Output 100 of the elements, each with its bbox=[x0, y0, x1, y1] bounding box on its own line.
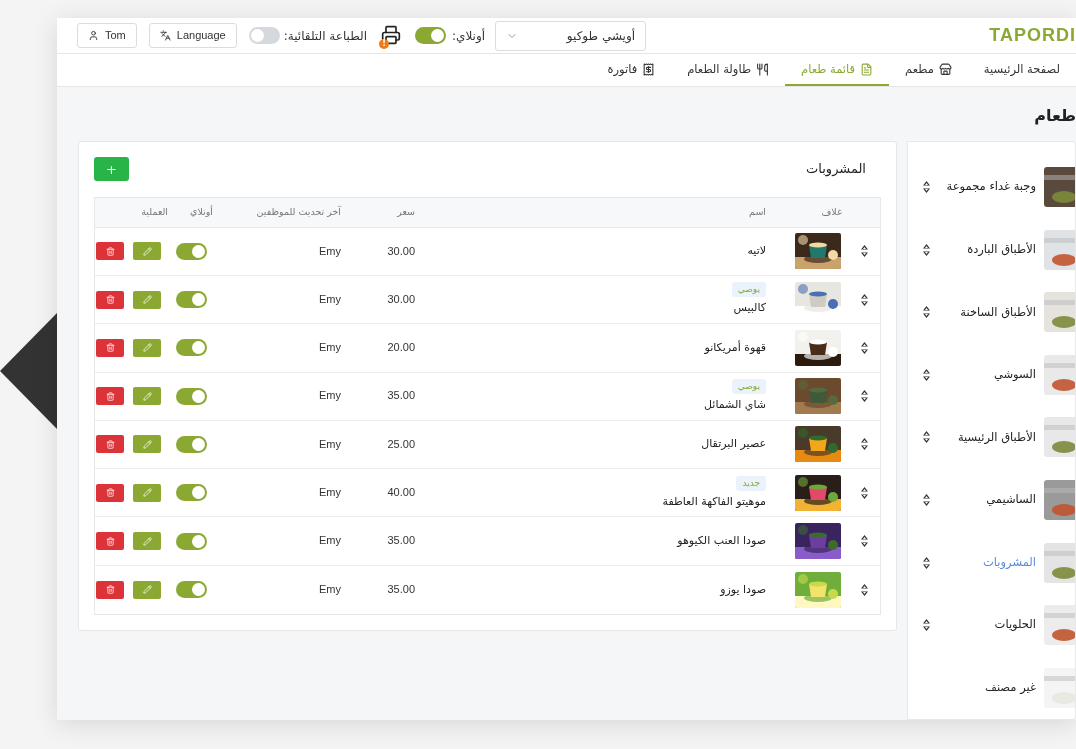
updated-by: Emy bbox=[319, 583, 341, 596]
alert-badge: ! bbox=[379, 38, 389, 49]
sort-icon[interactable] bbox=[860, 341, 868, 354]
delete-button[interactable] bbox=[96, 338, 124, 357]
edit-button[interactable] bbox=[133, 242, 161, 261]
trash-icon bbox=[105, 391, 115, 401]
price: 35.00 bbox=[387, 389, 415, 402]
pencil-icon bbox=[142, 536, 152, 546]
category-item[interactable]: الساشيمي bbox=[908, 468, 1075, 532]
nav-tab[interactable]: فاتورة bbox=[591, 54, 672, 87]
item-name: عصير البرتقال bbox=[701, 436, 766, 453]
edit-button[interactable] bbox=[133, 435, 161, 454]
sort-icon[interactable] bbox=[860, 486, 868, 499]
price: 30.00 bbox=[387, 292, 415, 305]
item-name: موهيتو الفاكهة العاطفة bbox=[662, 493, 766, 510]
page-title: طعام bbox=[1034, 104, 1076, 127]
edit-button[interactable] bbox=[133, 483, 161, 502]
category-item[interactable]: الأطباق الساخنة bbox=[908, 280, 1075, 344]
edit-button[interactable] bbox=[133, 338, 161, 357]
sort-icon[interactable] bbox=[860, 293, 868, 306]
toggle-switch[interactable] bbox=[176, 484, 207, 502]
nav-tab[interactable]: مطعم bbox=[889, 54, 968, 87]
edit-button[interactable] bbox=[133, 580, 161, 599]
column-header: اسم bbox=[748, 205, 767, 220]
column-header: غلاف bbox=[820, 205, 843, 220]
trash-icon bbox=[105, 246, 115, 256]
updated-by: Emy bbox=[319, 292, 341, 305]
tag: يوصي bbox=[731, 282, 766, 298]
delete-button[interactable] bbox=[96, 435, 124, 454]
pencil-icon bbox=[142, 246, 152, 256]
sort-icon[interactable] bbox=[860, 245, 868, 258]
online-label: أونلاي: bbox=[452, 27, 486, 45]
column-header: آخر تحديث للموظفين bbox=[255, 205, 341, 220]
toggle-switch[interactable] bbox=[248, 27, 280, 45]
delete-button[interactable] bbox=[96, 580, 124, 599]
category-item[interactable]: الحلويات bbox=[908, 593, 1075, 657]
card-title: المشروبات bbox=[806, 160, 866, 179]
restaurant-select[interactable]: أويشي طوكيو bbox=[495, 20, 647, 51]
toggle-switch[interactable] bbox=[415, 27, 446, 45]
receipt-icon bbox=[642, 62, 656, 76]
sort-icon[interactable] bbox=[923, 493, 930, 506]
delete-button[interactable] bbox=[96, 483, 124, 502]
trash-icon bbox=[105, 536, 115, 546]
category-item[interactable]: الأطباق الرئيسية bbox=[908, 406, 1075, 469]
updated-by: Emy bbox=[319, 389, 341, 402]
sort-icon[interactable] bbox=[860, 583, 868, 596]
user-icon bbox=[88, 30, 99, 42]
price: 35.00 bbox=[387, 534, 415, 547]
item-name: قهوة أمريكانو bbox=[704, 339, 766, 356]
item-name: صودا العنب الكيوهو bbox=[677, 532, 766, 549]
user-button[interactable]: Tom bbox=[77, 23, 137, 49]
category-item[interactable]: وجبة غداء مجموعة bbox=[908, 155, 1075, 219]
sort-icon[interactable] bbox=[860, 535, 868, 548]
sort-icon[interactable] bbox=[860, 438, 868, 451]
pencil-icon bbox=[142, 585, 152, 595]
category-item[interactable]: الأطباق الباردة bbox=[908, 218, 1075, 281]
store-icon bbox=[938, 62, 952, 76]
edit-button[interactable] bbox=[133, 290, 161, 309]
utensils-icon bbox=[756, 62, 770, 76]
toggle-switch[interactable] bbox=[176, 532, 207, 550]
translate-icon bbox=[159, 30, 171, 42]
trash-icon bbox=[105, 488, 115, 498]
sort-icon[interactable] bbox=[923, 368, 930, 381]
delete-button[interactable] bbox=[96, 290, 124, 309]
language-button[interactable]: Language bbox=[148, 23, 237, 49]
sort-icon[interactable] bbox=[923, 180, 930, 193]
sort-icon[interactable] bbox=[860, 390, 868, 403]
sort-icon[interactable] bbox=[923, 306, 930, 319]
logo: TAPORDI bbox=[989, 24, 1076, 48]
toggle-switch[interactable] bbox=[176, 387, 207, 405]
category-item[interactable]: المشروبات bbox=[908, 531, 1075, 594]
toggle-switch[interactable] bbox=[176, 291, 207, 309]
item-name: شاي الشمائل bbox=[704, 396, 766, 413]
column-header: أونلاي bbox=[189, 205, 214, 220]
item-name: لاتيه bbox=[747, 243, 766, 260]
printer-icon[interactable] bbox=[381, 24, 401, 45]
toggle-switch[interactable] bbox=[176, 581, 207, 599]
tag: جديد bbox=[736, 475, 766, 491]
nav-tab[interactable]: طاولة الطعام bbox=[671, 54, 786, 87]
pencil-icon bbox=[142, 295, 152, 305]
edit-button[interactable] bbox=[133, 532, 161, 551]
delete-button[interactable] bbox=[96, 242, 124, 261]
list-icon bbox=[860, 62, 874, 76]
nav-tab[interactable]: لصفحة الرئيسية bbox=[967, 54, 1076, 87]
toggle-switch[interactable] bbox=[176, 339, 207, 357]
toggle-switch[interactable] bbox=[176, 242, 207, 260]
delete-button[interactable] bbox=[96, 387, 124, 406]
trash-icon bbox=[105, 343, 115, 353]
sort-icon[interactable] bbox=[923, 243, 930, 256]
category-item[interactable]: السوشي bbox=[908, 343, 1075, 407]
sort-icon[interactable] bbox=[923, 619, 930, 632]
sort-icon[interactable] bbox=[923, 431, 930, 444]
trash-icon bbox=[105, 440, 115, 449]
sort-icon[interactable] bbox=[923, 556, 930, 569]
delete-button[interactable] bbox=[96, 532, 124, 551]
item-name: صودا يوزو bbox=[720, 581, 766, 598]
pencil-icon bbox=[142, 343, 152, 353]
category-item[interactable]: غير مصنف bbox=[908, 656, 1075, 719]
edit-button[interactable] bbox=[133, 387, 161, 406]
toggle-switch[interactable] bbox=[176, 436, 207, 453]
